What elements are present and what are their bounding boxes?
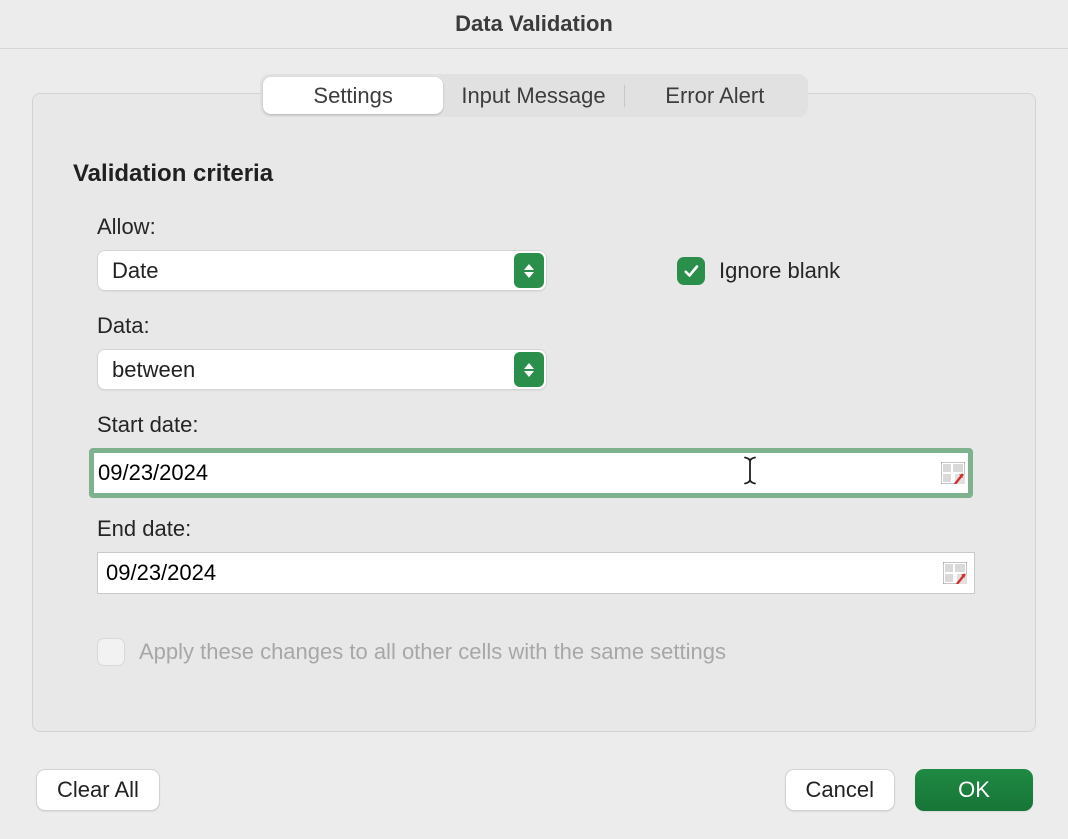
- apply-all-row: Apply these changes to all other cells w…: [97, 638, 995, 666]
- allow-label: Allow:: [97, 214, 995, 240]
- cell-reference-icon[interactable]: [943, 562, 967, 584]
- button-label: Cancel: [806, 777, 874, 803]
- data-row: between: [97, 349, 995, 390]
- ignore-blank-checkbox[interactable]: [677, 257, 705, 285]
- ignore-blank-label: Ignore blank: [719, 258, 840, 284]
- tab-error-alert[interactable]: Error Alert: [625, 77, 805, 114]
- start-date-field-wrap: [89, 448, 973, 498]
- data-label: Data:: [97, 313, 995, 339]
- up-down-icon[interactable]: [514, 253, 544, 288]
- tab-label: Settings: [313, 83, 393, 109]
- start-date-row: [89, 448, 995, 498]
- end-date-row: [97, 552, 995, 594]
- titlebar: Data Validation: [0, 0, 1068, 49]
- allow-select-box[interactable]: Date: [97, 250, 547, 291]
- cell-reference-icon[interactable]: [941, 462, 965, 484]
- start-date-input[interactable]: [89, 448, 973, 498]
- ok-button[interactable]: OK: [915, 769, 1033, 811]
- tab-bar: Settings Input Message Error Alert: [260, 74, 808, 117]
- apply-all-label: Apply these changes to all other cells w…: [139, 639, 726, 665]
- allow-row: Date Ignore blank: [97, 250, 995, 291]
- end-date-input[interactable]: [97, 552, 975, 594]
- apply-all-checkbox: [97, 638, 125, 666]
- allow-value: Date: [112, 258, 158, 284]
- dialog-footer: Clear All Cancel OK: [36, 769, 1033, 811]
- settings-panel: Validation criteria Allow: Date: [32, 93, 1036, 732]
- check-icon: [682, 262, 700, 280]
- form-area: Allow: Date Ignore blank: [97, 214, 995, 666]
- end-date-field-wrap: [97, 552, 975, 594]
- tab-label: Error Alert: [665, 83, 764, 109]
- tab-input-message[interactable]: Input Message: [443, 77, 623, 114]
- end-date-label: End date:: [97, 516, 995, 542]
- up-down-icon[interactable]: [514, 352, 544, 387]
- section-heading: Validation criteria: [73, 160, 995, 188]
- data-select-box[interactable]: between: [97, 349, 547, 390]
- ignore-blank-row: Ignore blank: [677, 257, 840, 285]
- dialog-title: Data Validation: [455, 11, 613, 37]
- button-label: OK: [958, 777, 990, 803]
- start-date-label: Start date:: [97, 412, 995, 438]
- footer-right-group: Cancel OK: [785, 769, 1033, 811]
- allow-select[interactable]: Date: [97, 250, 547, 291]
- clear-all-button[interactable]: Clear All: [36, 769, 160, 811]
- tab-label: Input Message: [461, 83, 605, 109]
- data-value: between: [112, 357, 195, 383]
- tab-settings[interactable]: Settings: [263, 77, 443, 114]
- cancel-button[interactable]: Cancel: [785, 769, 895, 811]
- button-label: Clear All: [57, 777, 139, 803]
- data-select[interactable]: between: [97, 349, 547, 390]
